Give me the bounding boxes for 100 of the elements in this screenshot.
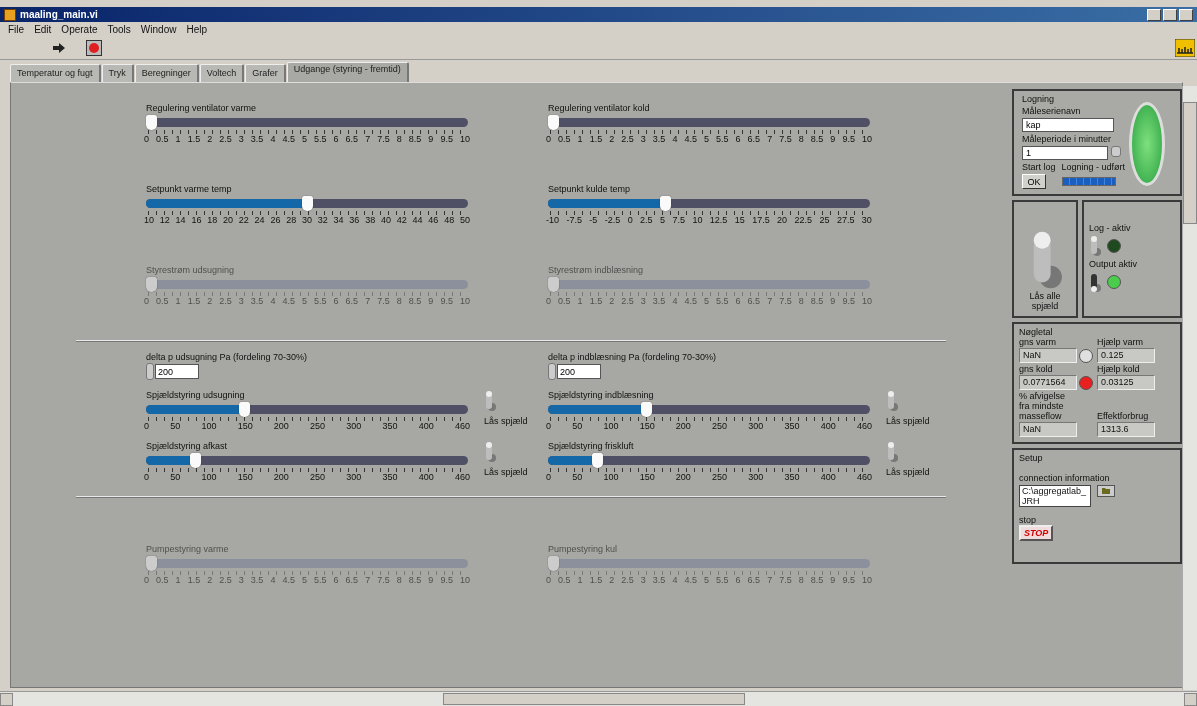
- stop-icon[interactable]: [86, 40, 102, 56]
- slider[interactable]: [548, 115, 870, 130]
- minimize-button[interactable]: [1147, 8, 1161, 21]
- tab[interactable]: Voltech: [199, 64, 245, 82]
- close-button[interactable]: [1179, 8, 1193, 21]
- slider[interactable]: [146, 556, 468, 571]
- menu-item[interactable]: Help: [186, 24, 207, 35]
- tick-label: 0: [546, 575, 551, 585]
- tick-label: 3.5: [250, 134, 264, 144]
- slider-thumb[interactable]: [548, 115, 559, 130]
- tick-label: 9.5: [440, 296, 453, 306]
- tick-label: 7: [365, 575, 371, 585]
- tick-label: 4.5: [684, 296, 697, 306]
- slider[interactable]: [548, 277, 870, 292]
- tick-label: 4.5: [684, 575, 697, 585]
- tick-label: 8.5: [408, 134, 422, 144]
- toggle-switch[interactable]: [1089, 271, 1101, 293]
- menu-item[interactable]: Operate: [61, 24, 98, 35]
- tab[interactable]: Grafer: [245, 64, 286, 82]
- spin-button[interactable]: [548, 363, 556, 380]
- slider-thumb[interactable]: [641, 402, 653, 417]
- tab[interactable]: Beregninger: [134, 64, 199, 82]
- tick-label: 5.5: [314, 296, 327, 306]
- tick-label: 22.5: [794, 215, 813, 225]
- tick-label: 2.5: [621, 134, 634, 144]
- slider[interactable]: [146, 196, 468, 211]
- tick-label: 2.5: [219, 296, 232, 306]
- tick-label: 100: [603, 421, 619, 431]
- spin-button[interactable]: [146, 363, 154, 380]
- vertical-scrollbar[interactable]: [1182, 86, 1197, 690]
- tab[interactable]: Tryk: [101, 64, 134, 82]
- maximize-button[interactable]: [1163, 8, 1177, 21]
- tick-label: 28: [286, 215, 297, 225]
- spin-button[interactable]: [1111, 146, 1121, 157]
- tick-label: 5.5: [314, 575, 327, 585]
- ok-button[interactable]: OK: [1022, 174, 1046, 189]
- path-field[interactable]: C:\aggregatlab_JRH: [1019, 485, 1091, 507]
- tick-label: 460: [856, 472, 872, 482]
- number-field[interactable]: 200: [557, 364, 601, 379]
- field-label: Effektforbrug: [1097, 411, 1150, 421]
- slider[interactable]: [146, 402, 468, 417]
- slider[interactable]: [146, 453, 468, 468]
- number-field[interactable]: 200: [155, 364, 199, 379]
- menu-item[interactable]: Tools: [107, 24, 131, 35]
- toggle-switch[interactable]: [886, 390, 898, 412]
- tick-label: 0: [144, 421, 149, 431]
- tick-label: 200: [273, 421, 289, 431]
- tab[interactable]: Udgange (styring - fremtid): [286, 62, 409, 84]
- slider[interactable]: [146, 277, 468, 292]
- toggle-switch[interactable]: [1089, 235, 1101, 257]
- slider-thumb[interactable]: [189, 453, 201, 468]
- slider-thumb[interactable]: [591, 453, 603, 468]
- slider[interactable]: [548, 402, 870, 417]
- field-label: Start log: [1022, 162, 1056, 172]
- panel-title: Setup: [1019, 453, 1044, 463]
- toggle-switch[interactable]: [886, 441, 898, 463]
- tick-label: 100: [603, 472, 619, 482]
- tick-label: 9.5: [440, 134, 453, 144]
- tick-label: 9: [830, 296, 836, 306]
- number-field[interactable]: 1: [1022, 146, 1108, 160]
- value-display: 0.0771564: [1019, 375, 1077, 390]
- slider-label: Pumpestyring varme: [146, 544, 230, 556]
- slider[interactable]: [146, 115, 468, 130]
- tick-label: 0.5: [156, 575, 169, 585]
- slider[interactable]: [548, 196, 870, 211]
- tick-label: 0: [144, 134, 149, 144]
- tab[interactable]: Temperatur og fugt: [10, 64, 101, 82]
- tick-label: 9: [428, 575, 434, 585]
- slider-thumb[interactable]: [239, 402, 251, 417]
- text-field[interactable]: kap: [1022, 118, 1114, 132]
- toggle-switch[interactable]: [484, 441, 496, 463]
- menu-item[interactable]: Window: [140, 24, 177, 35]
- slider-thumb[interactable]: [301, 196, 313, 211]
- tick-label: 2: [609, 575, 615, 585]
- horizontal-scrollbar[interactable]: [0, 691, 1197, 706]
- tick-label: 1: [175, 296, 181, 306]
- slider[interactable]: [548, 453, 870, 468]
- tick-label: 1: [175, 575, 181, 585]
- run-arrow-icon[interactable]: [52, 42, 66, 54]
- tick-label: 3.5: [652, 134, 666, 144]
- tick-label: 9.5: [440, 575, 453, 585]
- toggle-switch[interactable]: [484, 390, 496, 412]
- slider-thumb[interactable]: [659, 196, 671, 211]
- slider[interactable]: [548, 556, 870, 571]
- slider-thumb[interactable]: [146, 115, 157, 130]
- tick-label: 0: [144, 296, 149, 306]
- tick-label: 3: [238, 296, 244, 306]
- tick-label: 6: [333, 134, 339, 144]
- field-label: Hjælp varm: [1097, 337, 1144, 347]
- tick-label: 6: [333, 575, 339, 585]
- tick-label: 44: [412, 215, 423, 225]
- tick-label: 27.5: [836, 215, 855, 225]
- tick-label: 15: [734, 215, 745, 225]
- folder-icon[interactable]: [1097, 485, 1115, 497]
- tick-label: -7.5: [566, 215, 582, 225]
- stop-button[interactable]: STOP: [1019, 525, 1054, 541]
- menu-item[interactable]: File: [8, 24, 25, 35]
- field-label: connection information: [1019, 473, 1111, 483]
- menu-item[interactable]: Edit: [34, 24, 52, 35]
- tick-label: 8: [396, 296, 402, 306]
